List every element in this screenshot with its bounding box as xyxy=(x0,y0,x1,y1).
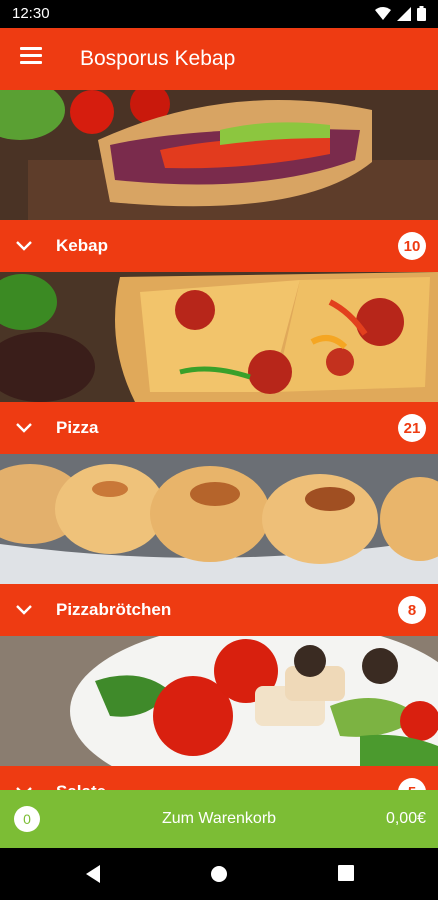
battery-icon xyxy=(417,6,426,21)
status-time: 12:30 xyxy=(12,5,50,22)
app-title: Bosporus Kebap xyxy=(80,47,236,70)
chevron-down-icon xyxy=(16,787,32,790)
menu-icon-bar xyxy=(20,47,42,50)
category-header-pizzabroetchen[interactable]: Pizzabrötchen 8 xyxy=(0,584,438,636)
system-nav-bar xyxy=(0,848,438,900)
category-header-kebap[interactable]: Kebap 10 xyxy=(0,220,438,272)
cart-button-label: Zum Warenkorb xyxy=(161,810,277,827)
menu-icon-bar xyxy=(20,61,42,64)
category-label: Kebap xyxy=(56,236,108,255)
category-salate[interactable]: Salate 5 xyxy=(0,636,438,790)
kebap-image[interactable] xyxy=(0,90,438,220)
recents-icon[interactable] xyxy=(337,864,355,882)
signal-icon xyxy=(397,6,411,21)
menu-button[interactable] xyxy=(20,47,44,71)
category-pizza[interactable]: Pizza 21 xyxy=(0,272,438,454)
chevron-down-icon xyxy=(16,423,32,433)
menu-icon-bar xyxy=(20,54,42,57)
salate-image[interactable] xyxy=(0,636,438,766)
category-header-salate[interactable]: Salate 5 xyxy=(0,766,438,790)
category-label: Pizzabrötchen xyxy=(56,600,172,619)
category-label: Pizza xyxy=(56,418,99,437)
status-icons xyxy=(375,6,426,21)
pizzabroetchen-image[interactable] xyxy=(0,454,438,584)
chevron-down-icon xyxy=(16,605,32,615)
wifi-icon xyxy=(375,6,391,20)
back-icon[interactable] xyxy=(84,864,102,884)
pizza-image[interactable] xyxy=(0,272,438,402)
home-icon[interactable] xyxy=(209,864,229,884)
category-count-badge: 21 xyxy=(398,414,426,442)
status-bar: 12:30 xyxy=(0,0,438,28)
category-count-badge: 8 xyxy=(398,596,426,624)
app-bar: Bosporus Kebap xyxy=(0,28,438,90)
chevron-down-icon xyxy=(16,241,32,251)
category-kebap[interactable]: Kebap 10 xyxy=(0,90,438,272)
category-header-pizza[interactable]: Pizza 21 xyxy=(0,402,438,454)
category-label: Salate xyxy=(56,782,106,790)
cart-total: 0,00€ xyxy=(385,810,426,827)
cart-bar[interactable]: 0 Zum Warenkorb 0,00€ xyxy=(0,790,438,848)
category-count-badge: 5 xyxy=(398,778,426,790)
category-pizzabroetchen[interactable]: Pizzabrötchen 8 xyxy=(0,454,438,636)
category-list[interactable]: Kebap 10 Pizza 21 Pizzabrötchen 8 xyxy=(0,90,438,790)
category-count-badge: 10 xyxy=(398,232,426,260)
